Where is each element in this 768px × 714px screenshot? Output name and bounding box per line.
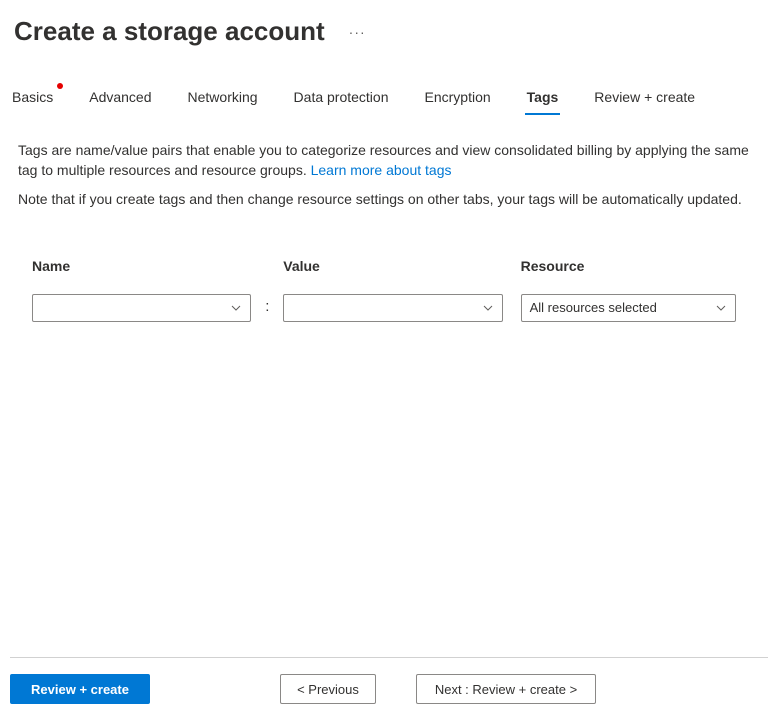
- value-column-header: Value: [283, 258, 502, 274]
- previous-button[interactable]: < Previous: [280, 674, 376, 704]
- wizard-footer: Review + create < Previous Next : Review…: [10, 657, 768, 714]
- tab-networking[interactable]: Networking: [184, 81, 272, 117]
- resource-value: All resources selected: [530, 300, 657, 315]
- column-name: Name: [32, 258, 251, 322]
- tab-label: Basics: [12, 89, 53, 105]
- tab-label: Data protection: [294, 89, 389, 105]
- column-resource: Resource All resources selected: [521, 258, 736, 322]
- name-column-header: Name: [32, 258, 251, 274]
- tab-basics[interactable]: Basics: [8, 81, 67, 117]
- tab-label: Advanced: [89, 89, 151, 105]
- more-icon[interactable]: ···: [349, 24, 366, 40]
- resource-select[interactable]: All resources selected: [521, 294, 736, 322]
- tags-form: Name : Value Resource All resources sele…: [18, 210, 750, 322]
- page-header: Create a storage account ···: [0, 0, 768, 57]
- tab-label: Tags: [527, 89, 559, 105]
- chevron-down-icon: [230, 302, 242, 314]
- chevron-down-icon: [715, 302, 727, 314]
- wizard-tabs: Basics Advanced Networking Data protecti…: [0, 81, 768, 117]
- tab-content: Tags are name/value pairs that enable yo…: [0, 117, 768, 322]
- tab-tags[interactable]: Tags: [523, 81, 573, 117]
- next-button[interactable]: Next : Review + create >: [416, 674, 596, 704]
- note-text: Note that if you create tags and then ch…: [18, 190, 750, 210]
- tab-advanced[interactable]: Advanced: [85, 81, 165, 117]
- learn-more-link[interactable]: Learn more about tags: [311, 162, 452, 178]
- tab-label: Networking: [188, 89, 258, 105]
- validation-dot-icon: [57, 83, 63, 89]
- resource-column-header: Resource: [521, 258, 736, 274]
- intro-text: Tags are name/value pairs that enable yo…: [18, 141, 750, 180]
- column-value: Value: [283, 258, 502, 322]
- tab-label: Review + create: [594, 89, 695, 105]
- tab-data-protection[interactable]: Data protection: [290, 81, 403, 117]
- tab-encryption[interactable]: Encryption: [421, 81, 505, 117]
- tag-value-input[interactable]: [283, 294, 502, 322]
- tab-label: Encryption: [425, 89, 491, 105]
- chevron-down-icon: [482, 302, 494, 314]
- page-title: Create a storage account: [14, 16, 325, 47]
- separator: :: [251, 258, 283, 315]
- tab-review-create[interactable]: Review + create: [590, 81, 709, 117]
- review-create-button[interactable]: Review + create: [10, 674, 150, 704]
- tag-name-input[interactable]: [32, 294, 251, 322]
